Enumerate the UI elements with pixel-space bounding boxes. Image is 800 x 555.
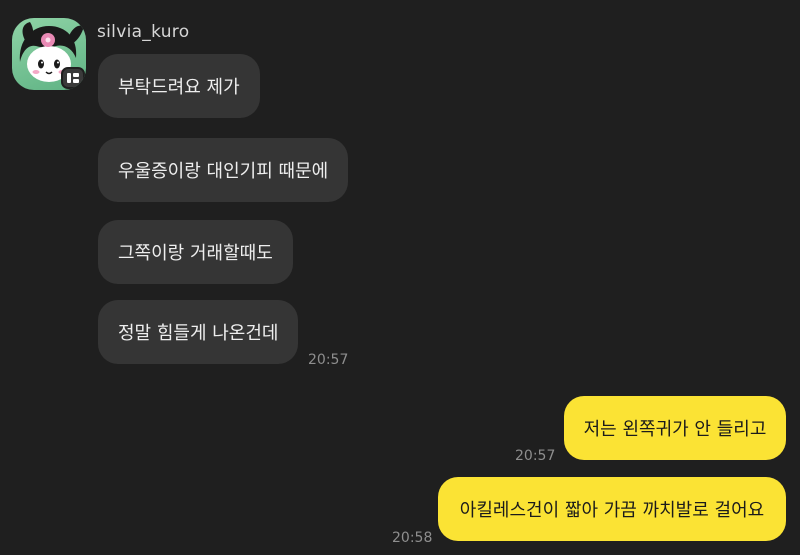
message-text: 우울증이랑 대인기피 때문에 (118, 161, 329, 182)
outgoing-message-bubble[interactable]: 저는 왼쪽귀가 안 들리고 (564, 396, 786, 460)
message-text: 부탁드려요 제가 (118, 77, 240, 98)
message-timestamp: 20:57 (308, 352, 349, 368)
incoming-message-bubble[interactable]: 그쪽이랑 거래할때도 (98, 220, 293, 284)
message-text: 정말 힘들게 나온건데 (118, 323, 279, 344)
message-text: 아킬레스건이 짧아 가끔 까치발로 걸어요 (459, 500, 765, 521)
message-timestamp: 20:58 (392, 530, 433, 546)
outgoing-message-bubble[interactable]: 아킬레스건이 짧아 가끔 까치발로 걸어요 (438, 477, 786, 541)
chat-window: silvia_kuro 부탁드려요 제가 우울증이랑 대인기피 때문에 그쪽이랑… (0, 0, 800, 555)
sender-name[interactable]: silvia_kuro (97, 22, 189, 42)
avatar[interactable] (12, 18, 86, 90)
incoming-message-bubble[interactable]: 정말 힘들게 나온건데 (98, 300, 299, 364)
message-timestamp: 20:57 (515, 448, 556, 464)
message-text: 그쪽이랑 거래할때도 (118, 243, 273, 264)
message-text: 저는 왼쪽귀가 안 들리고 (583, 419, 767, 440)
kuromi-avatar-icon (19, 22, 85, 89)
incoming-message-bubble[interactable]: 우울증이랑 대인기피 때문에 (98, 138, 349, 202)
incoming-message-bubble[interactable]: 부탁드려요 제가 (98, 54, 260, 118)
